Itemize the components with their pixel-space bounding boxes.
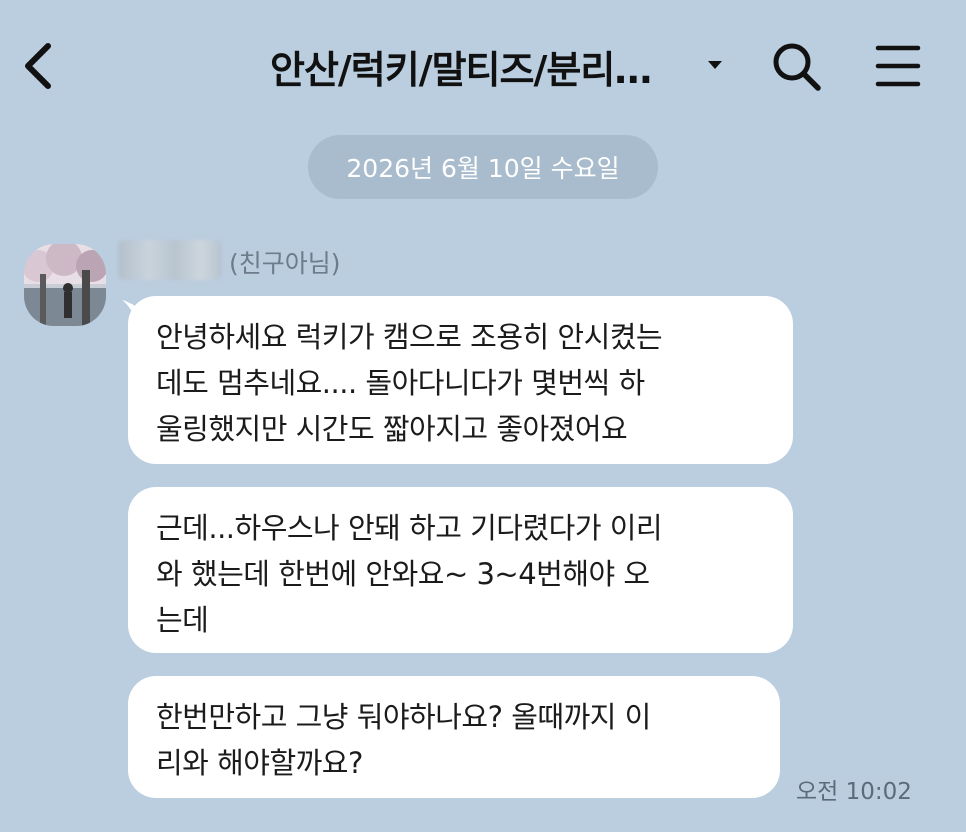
caret-down-icon xyxy=(708,61,722,69)
sender-status-tag: (친구아님) xyxy=(229,249,341,278)
avatar-photo xyxy=(24,244,106,326)
message-line: 와 했는데 한번에 안와요~ 3~4번해야 오 xyxy=(156,557,650,591)
chevron-left-icon xyxy=(25,43,51,89)
message-bubble[interactable]: 한번만하고 그냥 둬야하나요? 올때까지 이 리와 해야할까요? xyxy=(128,676,780,798)
chat-title-dropdown[interactable]: 안산/럭키/말티즈/분리… xyxy=(270,38,740,94)
message-line: 는데 xyxy=(156,603,209,637)
chat-header: 안산/럭키/말티즈/분리… xyxy=(0,0,966,130)
date-divider: 2026년 6월 10일 수요일 xyxy=(308,135,658,199)
sender-avatar[interactable] xyxy=(24,244,106,326)
chat-title: 안산/럭키/말티즈/분리… xyxy=(270,47,652,92)
sender-name-blurred[interactable] xyxy=(118,240,222,280)
back-button[interactable] xyxy=(14,36,66,96)
message-line: 울링했지만 시간도 짧아지고 좋아졌어요 xyxy=(156,412,628,446)
message-line: 근데...하우스나 안돼 하고 기다렸다가 이리 xyxy=(156,511,663,545)
menu-button[interactable] xyxy=(872,40,924,92)
message-bubble[interactable]: 근데...하우스나 안돼 하고 기다렸다가 이리 와 했는데 한번에 안와요~ … xyxy=(128,487,793,653)
message-timestamp: 오전 10:02 xyxy=(796,779,912,805)
message-line: 데도 멈추네요.... 돌아다니다가 몇번씩 하 xyxy=(156,366,645,400)
message-line: 안녕하세요 럭키가 캠으로 조용히 안시켰는 xyxy=(156,320,663,354)
message-bubble[interactable]: 안녕하세요 럭키가 캠으로 조용히 안시켰는 데도 멈추네요.... 돌아다니다… xyxy=(128,296,793,464)
search-button[interactable] xyxy=(768,38,826,96)
hamburger-menu-icon xyxy=(875,45,921,87)
message-line: 리와 해야할까요? xyxy=(156,746,363,780)
message-line: 한번만하고 그냥 둬야하나요? 올때까지 이 xyxy=(156,700,651,734)
search-icon xyxy=(773,43,821,91)
